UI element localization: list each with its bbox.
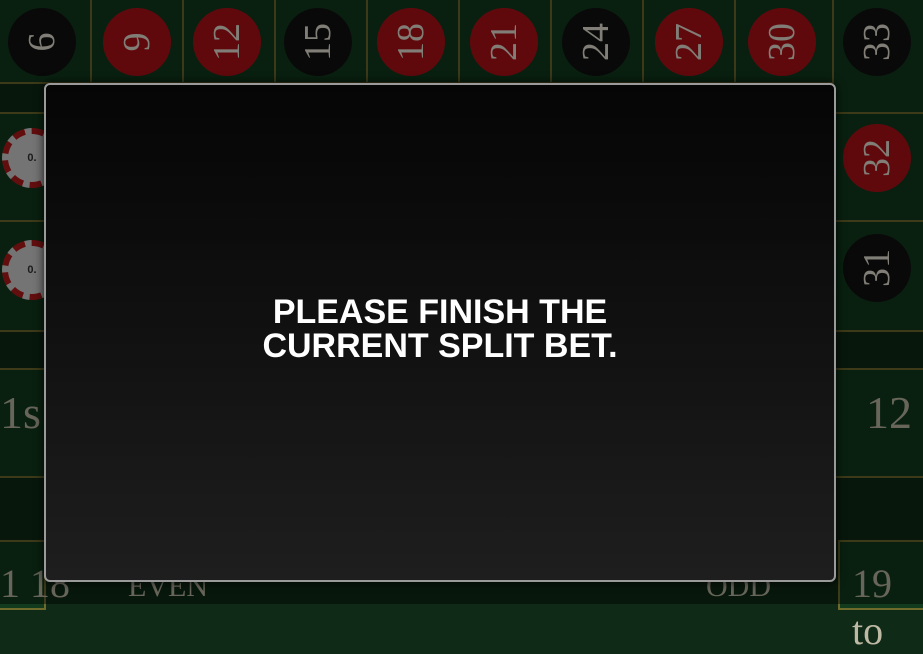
alert-message: PLEASE FINISH THE CURRENT SPLIT BET.	[230, 295, 650, 363]
alert-message-line-2: CURRENT SPLIT BET.	[262, 327, 618, 365]
alert-dialog[interactable]: PLEASE FINISH THE CURRENT SPLIT BET.	[44, 83, 836, 582]
alert-message-line-1: PLEASE FINISH THE	[272, 293, 608, 331]
